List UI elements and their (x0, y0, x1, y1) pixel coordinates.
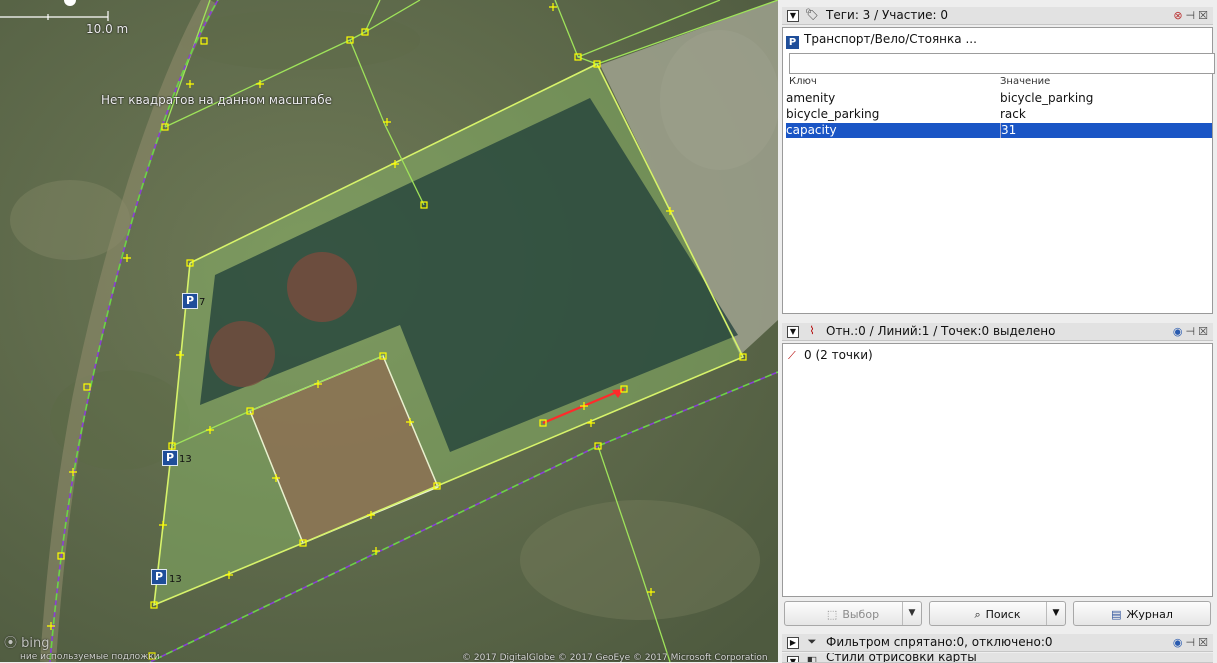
panel-controls[interactable]: ◉⊣☒ (1173, 323, 1211, 340)
collapse-icon[interactable]: ▼ (787, 326, 799, 338)
pin-icon[interactable]: ⊣ (1186, 325, 1199, 338)
table-row-selected[interactable]: capacity 31 (786, 123, 1212, 138)
select-label: Выбор (842, 608, 880, 621)
history-label: Журнал (1126, 608, 1173, 621)
chevron-down-icon[interactable]: ▼ (902, 602, 921, 625)
eye-icon[interactable]: ◉ (1173, 636, 1186, 649)
history-icon: ▤ (1111, 608, 1122, 621)
tags-icon: 🏷 (805, 8, 819, 21)
selection-list-icon: ⌇ (809, 324, 815, 337)
bicycle-parking-icon[interactable]: P (182, 293, 198, 309)
way-icon: ⟋ (788, 349, 796, 362)
parking-capacity-label: 13 (169, 574, 182, 585)
circle-feature (287, 252, 357, 322)
expand-icon[interactable]: ▶ (787, 637, 799, 649)
search-icon: ⌕ (974, 608, 981, 621)
selection-panel-body (782, 343, 1213, 597)
side-panel: ▼ 🏷 Теги: 3 / Участие: 0 ⊗⊣☒ P Транспорт/… (778, 0, 1217, 663)
pin-icon[interactable]: ⊣ (1186, 9, 1199, 22)
select-button[interactable]: ⬚ Выбор ▼ (784, 601, 922, 626)
bicycle-parking-icon[interactable]: P (162, 450, 178, 466)
preset-text: Транспорт/Вело/Стоянка ... (804, 32, 977, 46)
tags-table-header: Ключ Значение (786, 76, 1212, 88)
filter-panel-title-text: Фильтром спрятано:0, отключено:0 (826, 635, 1053, 649)
preset-label[interactable]: P Транспорт/Вело/Стоянка ... (786, 32, 977, 49)
select-icon: ⬚ (826, 608, 838, 621)
no-imagery-message: Нет квадратов на данном масштабе (101, 93, 333, 107)
tag-key[interactable]: bicycle_parking (786, 107, 879, 122)
history-button[interactable]: ▤ Журнал (1073, 601, 1211, 626)
key-column-header[interactable]: Ключ (789, 76, 817, 87)
chevron-down-icon[interactable]: ▼ (1046, 602, 1065, 625)
tag-filter-input[interactable] (789, 53, 1215, 74)
help-icon[interactable]: ⊗ (1173, 9, 1185, 22)
pin-icon[interactable]: ⊣ (1186, 636, 1199, 649)
table-row[interactable]: bicycle_parking rack (786, 107, 1212, 122)
table-row[interactable]: amenity bicycle_parking (786, 91, 1212, 106)
list-item[interactable]: ⟋ 0 (2 точки) (788, 348, 873, 362)
tags-panel-title-text: Теги: 3 / Участие: 0 (826, 8, 948, 22)
parking-capacity-label: 7 (199, 297, 206, 308)
eye-icon[interactable]: ◉ (1173, 325, 1186, 338)
selection-panel-title[interactable]: ▼ ⌇ Отн.:0 / Линий:1 / Точек:0 выделено … (782, 323, 1213, 341)
map-view[interactable]: 10.0 m Нет квадратов на данном масштабе … (0, 0, 778, 662)
bicycle-parking-icon[interactable]: P (151, 569, 167, 585)
selection-panel-title-text: Отн.:0 / Линий:1 / Точек:0 выделено (826, 324, 1056, 338)
panel-controls[interactable]: ⊗⊣☒ (1173, 7, 1211, 24)
selection-item-label: 0 (2 точки) (804, 348, 873, 362)
close-icon[interactable]: ☒ (1198, 636, 1211, 649)
tag-value[interactable]: rack (1000, 107, 1026, 122)
tag-key[interactable]: capacity (786, 123, 837, 138)
tags-panel-title[interactable]: ▼ 🏷 Теги: 3 / Участие: 0 ⊗⊣☒ (782, 7, 1213, 25)
search-button[interactable]: ⌕ Поиск ▼ (929, 601, 1066, 626)
filter-panel-title[interactable]: ▶ ⏷ Фильтром спрятано:0, отключено:0 ◉⊣☒ (782, 634, 1213, 652)
search-label: Поиск (985, 608, 1021, 621)
attribution: © 2017 DigitalGlobe © 2017 GeoEye © 2017… (462, 653, 768, 662)
filter-icon: ⏷ (807, 635, 817, 648)
close-icon[interactable]: ☒ (1198, 9, 1211, 22)
circle-feature (209, 321, 275, 387)
bing-logo: ⦿ bing (4, 636, 50, 651)
collapse-icon[interactable]: ▼ (787, 10, 799, 22)
parking-capacity-label: 13 (179, 454, 192, 465)
tag-key[interactable]: amenity (786, 91, 835, 106)
tag-value[interactable]: 31 (1000, 123, 1016, 138)
tag-value[interactable]: bicycle_parking (1000, 91, 1093, 106)
bicycle-parking-icon: P (786, 36, 799, 49)
panel-controls[interactable]: ◉⊣☒ (1173, 634, 1211, 651)
close-icon[interactable]: ☒ (1198, 325, 1211, 338)
imagery-note: ние используемые подложки (20, 652, 160, 662)
value-column-header[interactable]: Значение (1000, 76, 1050, 87)
scale-label: 10.0 m (86, 22, 129, 36)
